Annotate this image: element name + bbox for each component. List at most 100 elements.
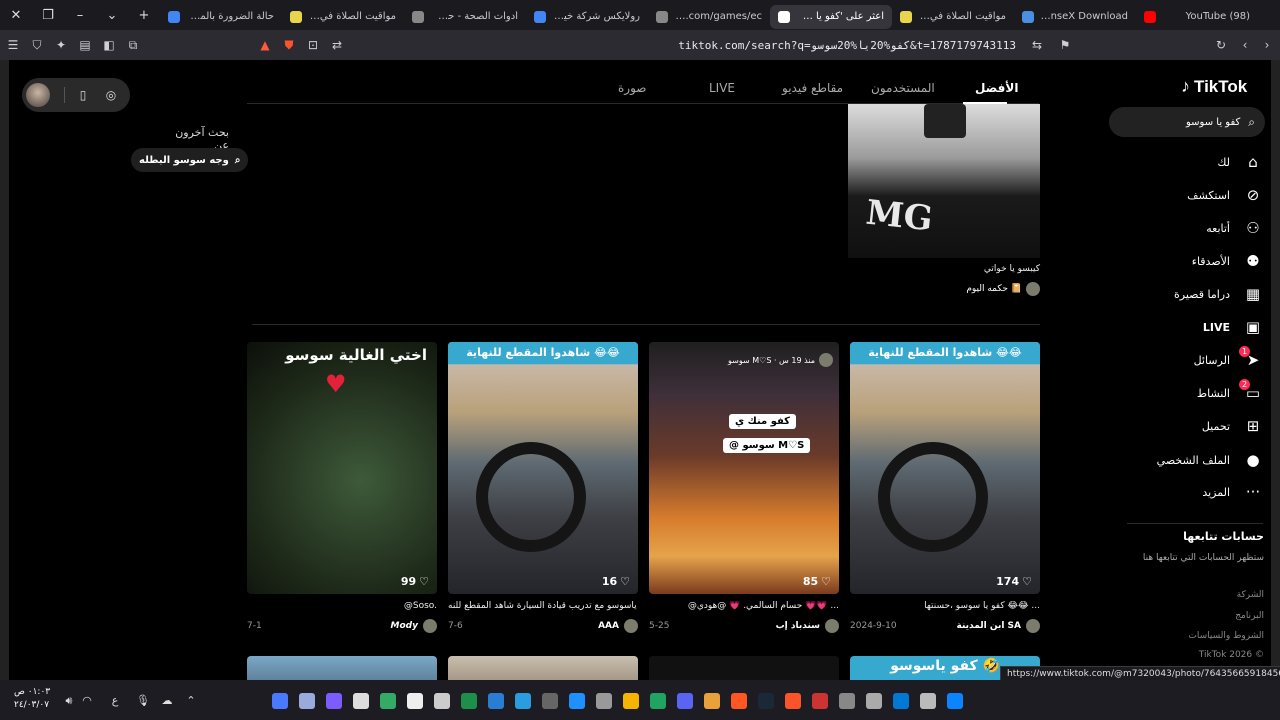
brave-shield-icon[interactable]: ⛊ bbox=[278, 34, 300, 56]
footer-program[interactable]: البرنامج bbox=[1159, 611, 1264, 621]
top-result-caption[interactable]: كيبسو يا خواتي bbox=[848, 264, 1040, 274]
browser-tab[interactable]: e4km.com/games/ec bbox=[648, 5, 770, 29]
bookmark-icon[interactable]: ⚑ bbox=[1054, 34, 1076, 56]
scrollbar-left[interactable] bbox=[0, 60, 9, 680]
tab-top[interactable]: الأفضل bbox=[975, 81, 1018, 95]
video-caption[interactable]: @Soso. bbox=[247, 601, 437, 613]
sidebar-item[interactable]: الملف الشخصي ● bbox=[1149, 448, 1264, 472]
video-thumbnail[interactable] bbox=[649, 656, 839, 680]
sidebar-item[interactable]: استكشف ⊘ bbox=[1149, 183, 1264, 207]
browser-tab[interactable]: أدوات الصحة - حساب bbox=[404, 5, 526, 29]
video-thumbnail[interactable]: شاهدوا المقطع للنهاية 😂😂 16 ♡ bbox=[448, 342, 638, 594]
reload-icon[interactable]: ↻ bbox=[1210, 34, 1232, 56]
taskbar-app-icon[interactable] bbox=[704, 693, 720, 709]
top-result-user[interactable]: حكمه اليوم 📔 bbox=[848, 282, 1040, 296]
video-thumbnail[interactable] bbox=[448, 656, 638, 680]
close-window-icon[interactable]: ✕ bbox=[0, 0, 32, 30]
shield-icon[interactable]: ⛉ bbox=[26, 34, 48, 56]
browser-tab[interactable]: حالة الضرورة بالمسوولية bbox=[160, 5, 282, 29]
video-card[interactable]: شاهدوا المقطع للنهاية 😂😂 16♡ كفو ياسوسو … bbox=[448, 342, 638, 633]
scrollbar-right[interactable] bbox=[1271, 60, 1280, 680]
top-result-thumbnail[interactable]: MG bbox=[848, 104, 1040, 258]
video-caption[interactable]: كفو ياسوسو مع تدريب قيادة السيارة شاهد ا… bbox=[448, 601, 638, 613]
taskbar-app-icon[interactable] bbox=[839, 693, 855, 709]
wifi-icon[interactable]: ◠ bbox=[78, 694, 96, 708]
browser-tab[interactable]: (98) YouTube bbox=[1136, 5, 1258, 29]
tab-videos[interactable]: مقاطع فيديو bbox=[782, 81, 843, 95]
taskbar-app-icon[interactable] bbox=[569, 693, 585, 709]
taskbar-app-icon[interactable] bbox=[434, 693, 450, 709]
video-card[interactable]: اختي الغالية سوسو ♥ 99 ♡ @Soso. 7-1 Mody bbox=[247, 342, 437, 633]
video-caption[interactable]: @حسام السالمي. 💗 @هودي 💗💗 ... bbox=[649, 601, 839, 613]
brave-rewards-icon[interactable]: ▲ bbox=[254, 34, 276, 56]
tab-photos[interactable]: صورة bbox=[618, 81, 646, 95]
taskbar-app-icon[interactable] bbox=[488, 693, 504, 709]
taskbar-app-icon[interactable] bbox=[461, 693, 477, 709]
suggestion-chip[interactable]: وجه سوسو البطله ⌕ bbox=[131, 148, 249, 172]
back-icon[interactable]: ‹ bbox=[1234, 34, 1256, 56]
sidebar-item[interactable]: تحميل ⊞ bbox=[1149, 414, 1264, 438]
translate-icon[interactable]: ⇄ bbox=[326, 34, 348, 56]
taskbar-app-icon[interactable] bbox=[758, 693, 774, 709]
video-card[interactable]: سوسو M♡S · منذ 19 س كفو منك ي @ سوسو M♡S… bbox=[649, 342, 839, 633]
video-thumbnail[interactable]: سوسو M♡S · منذ 19 س كفو منك ي @ سوسو M♡S… bbox=[649, 342, 839, 594]
taskbar-app-icon[interactable] bbox=[731, 693, 747, 709]
taskbar-app-icon[interactable] bbox=[785, 693, 801, 709]
screenshot-icon[interactable]: ⊡ bbox=[302, 34, 324, 56]
tray-overflow-icon[interactable]: ⌃ bbox=[182, 694, 200, 708]
language-indicator[interactable]: ع bbox=[106, 694, 124, 708]
footer-company[interactable]: الشركة bbox=[1159, 590, 1264, 600]
taskbar-app-icon[interactable] bbox=[326, 693, 342, 709]
compass-icon[interactable]: ◎ bbox=[101, 85, 121, 105]
sidebar-toggle-icon[interactable]: ☰ bbox=[2, 34, 24, 56]
taskbar-app-icon[interactable] bbox=[677, 693, 693, 709]
browser-tab[interactable]: رولايكس شركة خيرية bbox=[526, 5, 648, 29]
puzzle-icon[interactable]: ⧉ bbox=[122, 34, 144, 56]
taskbar-app-icon[interactable] bbox=[353, 693, 369, 709]
address-bar[interactable]: tiktok.com/search?q=كفو%20يا%20سوسو&t=17… bbox=[350, 39, 1016, 52]
taskbar-clock[interactable]: ٠١:٠٣ ص ٢٤/٠٣/٠٧ bbox=[14, 686, 50, 712]
browser-tab[interactable]: DualSenseX Download bbox=[1014, 5, 1136, 29]
avatar[interactable] bbox=[26, 83, 50, 107]
sidebar-item[interactable]: المزيد ··· bbox=[1149, 480, 1264, 504]
video-thumbnail[interactable]: اختي الغالية سوسو ♥ 99 ♡ bbox=[247, 342, 437, 594]
browser-tab[interactable]: مواقيت الصلاة في الرياض bbox=[282, 5, 404, 29]
tab-list-icon[interactable]: ⌄ bbox=[96, 0, 128, 30]
footer-terms[interactable]: الشروط والسياسات bbox=[1159, 631, 1264, 641]
sidebar-item[interactable]: لك ⌂ bbox=[1149, 150, 1264, 174]
split-view-icon[interactable]: ◧ bbox=[98, 34, 120, 56]
sidebar-item[interactable]: أتابعه ⚇ bbox=[1149, 216, 1264, 240]
taskbar-app-icon[interactable] bbox=[515, 693, 531, 709]
taskbar-app-icon[interactable] bbox=[623, 693, 639, 709]
video-author[interactable]: Mody bbox=[391, 619, 437, 633]
sidebar-item[interactable]: الأصدقاء ⚉ bbox=[1149, 249, 1264, 273]
forward-icon[interactable]: › bbox=[1256, 34, 1278, 56]
taskbar-app-icon[interactable] bbox=[542, 693, 558, 709]
tiktok-logo[interactable]: ♪ TikTok bbox=[1181, 76, 1247, 97]
taskbar-app-icon[interactable] bbox=[866, 693, 882, 709]
taskbar-app-icon[interactable] bbox=[650, 693, 666, 709]
new-tab-icon[interactable]: + bbox=[128, 0, 160, 30]
minimize-window-icon[interactable]: – bbox=[64, 0, 96, 30]
taskbar-app-icon[interactable] bbox=[596, 693, 612, 709]
taskbar-app-icon[interactable] bbox=[272, 693, 288, 709]
taskbar-app-icon[interactable] bbox=[947, 693, 963, 709]
cloud-icon[interactable]: ☁︎ bbox=[158, 694, 176, 708]
video-thumbnail[interactable]: شاهدوا المقطع للنهاية 😂😂 174 ♡ bbox=[850, 342, 1040, 594]
volume-icon[interactable]: 🔊︎ bbox=[60, 694, 78, 708]
video-card[interactable]: شاهدوا المقطع للنهاية 😂😂 174 ♡ كفو يا سوس… bbox=[850, 342, 1040, 633]
sidebar-item[interactable]: النشاط 2 ▭ bbox=[1149, 379, 1264, 405]
video-author[interactable]: سندباد إب bbox=[776, 619, 839, 633]
taskbar-app-icon[interactable] bbox=[407, 693, 423, 709]
taskbar-app-icon[interactable] bbox=[380, 693, 396, 709]
browser-tab[interactable]: مواقيت الصلاة في الرياض bbox=[892, 5, 1014, 29]
taskbar-app-icon[interactable] bbox=[812, 693, 828, 709]
sidebar-item[interactable]: دراما قصيرة ▦ bbox=[1149, 282, 1264, 306]
taskbar-app-icon[interactable] bbox=[920, 693, 936, 709]
reader-icon[interactable]: ▤ bbox=[74, 34, 96, 56]
taskbar-app-icon[interactable] bbox=[299, 693, 315, 709]
video-author[interactable]: ابن المدينة SA bbox=[957, 619, 1040, 633]
video-thumbnail[interactable] bbox=[247, 656, 437, 680]
tab-users[interactable]: المستخدمون bbox=[871, 81, 935, 95]
search-input[interactable]: كفو يا سوسو ⌕ bbox=[1109, 107, 1265, 137]
